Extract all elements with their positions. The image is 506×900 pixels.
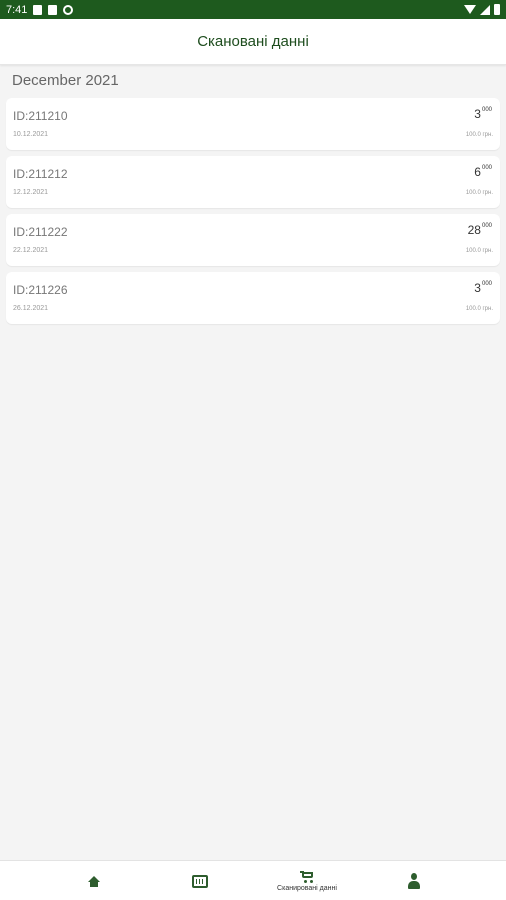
item-id: ID:211212 bbox=[13, 167, 68, 181]
item-id: ID:211222 bbox=[13, 225, 68, 239]
signal-icon bbox=[480, 4, 490, 15]
item-price: 100.0 грн. bbox=[465, 248, 493, 254]
nav-profile[interactable] bbox=[394, 861, 434, 900]
item-amount: 3 000 bbox=[474, 107, 492, 121]
wifi-icon bbox=[464, 5, 476, 14]
list-item[interactable]: ID:211212 12.12.2021 6 000 100.0 грн. bbox=[6, 156, 500, 208]
battery-icon bbox=[494, 4, 500, 15]
item-price: 100.0 грн. bbox=[465, 132, 493, 138]
item-date: 12.12.2021 bbox=[13, 189, 49, 196]
list-item[interactable]: ID:211210 10.12.2021 3 000 100.0 грн. bbox=[6, 98, 500, 150]
nav-scan[interactable] bbox=[180, 861, 220, 900]
list-item[interactable]: ID:211226 26.12.2021 3 000 100.0 грн. bbox=[6, 272, 500, 324]
nav-home[interactable] bbox=[74, 861, 114, 900]
home-icon bbox=[88, 875, 100, 887]
item-date: 10.12.2021 bbox=[13, 131, 49, 138]
list-item[interactable]: ID:211222 22.12.2021 28 000 100.0 грн. bbox=[6, 214, 500, 266]
scanned-list: ID:211210 10.12.2021 3 000 100.0 грн. ID:… bbox=[6, 98, 500, 330]
item-amount: 28 000 bbox=[467, 223, 492, 237]
notification-icon bbox=[33, 4, 43, 15]
item-price: 100.0 грн. bbox=[465, 190, 493, 196]
status-bar: 7:41 bbox=[0, 0, 506, 19]
item-date: 26.12.2021 bbox=[13, 305, 49, 312]
nav-scanned-data[interactable]: Сканировані данні bbox=[262, 861, 352, 900]
page-title: Скановані данні bbox=[197, 33, 309, 50]
item-date: 22.12.2021 bbox=[13, 247, 49, 254]
bottom-navigation: Сканировані данні bbox=[0, 860, 506, 900]
nav-scanned-data-label: Сканировані данні bbox=[277, 884, 337, 892]
item-id: ID:211210 bbox=[13, 109, 68, 123]
item-amount: 3 000 bbox=[474, 281, 492, 295]
app-bar: Скановані данні bbox=[0, 19, 506, 65]
month-section-header: December 2021 bbox=[12, 72, 119, 89]
item-id: ID:211226 bbox=[13, 283, 68, 297]
sim-icon bbox=[48, 4, 58, 15]
cart-icon bbox=[300, 870, 314, 883]
barcode-scan-icon bbox=[192, 874, 208, 888]
user-icon bbox=[408, 873, 420, 889]
status-time: 7:41 bbox=[6, 3, 28, 16]
item-price: 100.0 грн. bbox=[465, 306, 493, 312]
sync-icon bbox=[63, 4, 74, 15]
item-amount: 6 000 bbox=[474, 165, 492, 179]
